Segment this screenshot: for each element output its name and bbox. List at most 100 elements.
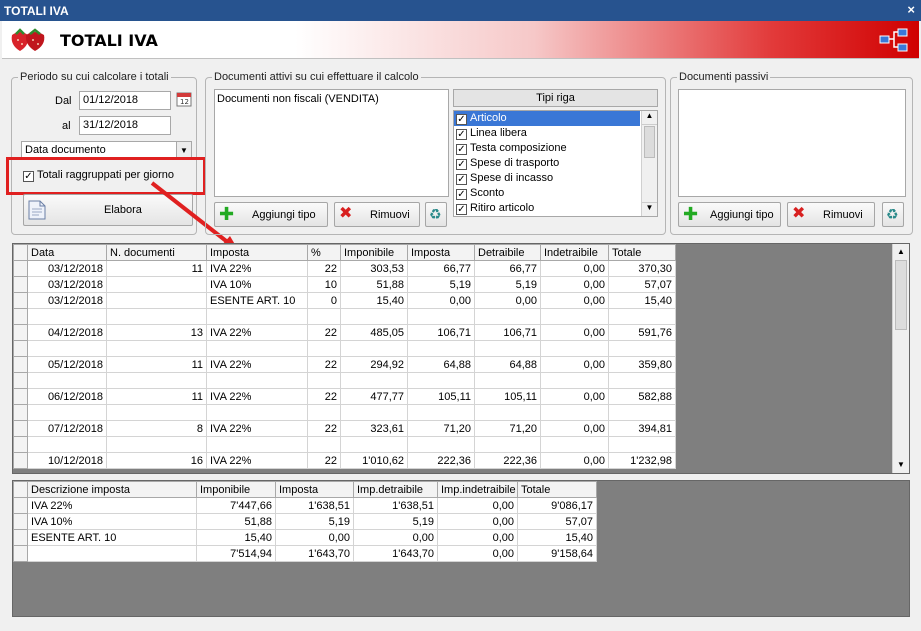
row-selector[interactable] <box>13 356 28 373</box>
table-row[interactable]: IVA 10% 51,88 5,19 5,19 0,00 57,07 <box>13 513 597 530</box>
row-selector[interactable] <box>13 452 28 469</box>
main-grid-scrollbar[interactable]: ▲ ▼ <box>892 244 909 473</box>
checkbox-check-icon[interactable]: ✓ <box>23 171 34 182</box>
row-selector[interactable] <box>13 324 28 341</box>
table-cell <box>407 404 475 421</box>
column-header[interactable]: Descrizione imposta <box>27 481 197 498</box>
table-row[interactable] <box>13 436 676 453</box>
checkbox-check-icon[interactable]: ✓ <box>456 189 467 200</box>
table-row[interactable]: 04/12/2018 13 IVA 22% 22 485,05 106,71 106,71 0… <box>13 324 676 341</box>
column-header[interactable]: Imposta <box>275 481 354 498</box>
column-header[interactable]: Detraibile <box>474 244 541 261</box>
row-selector[interactable] <box>13 292 28 309</box>
row-selector[interactable] <box>13 436 28 453</box>
checkbox-check-icon[interactable]: ✓ <box>456 159 467 170</box>
row-selector[interactable] <box>13 529 28 546</box>
row-selector[interactable] <box>13 308 28 325</box>
scroll-down-icon[interactable]: ▼ <box>893 457 909 473</box>
table-row[interactable]: 03/12/2018 11 IVA 22% 22 303,53 66,77 66,77 0,0… <box>13 260 676 277</box>
network-icon[interactable] <box>879 27 909 53</box>
checkbox-check-icon[interactable]: ✓ <box>456 144 467 155</box>
table-row[interactable]: 7'514,94 1'643,70 1'643,70 0,00 9'158,64 <box>13 545 597 562</box>
passive-add-type-button[interactable]: ✚ Aggiungi tipo <box>678 202 781 227</box>
row-types-list[interactable]: ✓ Articolo ✓ Linea libera ✓ Testa composizion… <box>453 110 658 217</box>
table-row[interactable]: 03/12/2018 IVA 10% 10 51,88 5,19 5,19 0,00 57,0… <box>13 276 676 293</box>
table-row[interactable]: 05/12/2018 11 IVA 22% 22 294,92 64,88 64,88 0,0… <box>13 356 676 373</box>
table-row[interactable]: IVA 22% 7'447,66 1'638,51 1'638,51 0,00 9'086… <box>13 497 597 514</box>
table-cell: 15,40 <box>340 292 408 309</box>
scrollbar-thumb[interactable] <box>895 260 907 330</box>
column-header[interactable]: Imposta <box>407 244 475 261</box>
column-header[interactable]: N. documenti <box>106 244 207 261</box>
table-row[interactable] <box>13 340 676 357</box>
row-type-item[interactable]: ✓ Spese di incasso <box>454 171 640 186</box>
close-icon[interactable]: × <box>907 2 915 17</box>
row-type-item[interactable]: ✓ Ritiro articolo <box>454 201 640 216</box>
row-type-item[interactable]: ✓ Spese di trasporto <box>454 156 640 171</box>
table-cell: ESENTE ART. 10 <box>206 292 308 309</box>
column-header[interactable]: Imponibile <box>196 481 276 498</box>
scrollbar-thumb[interactable] <box>644 126 655 158</box>
passive-recycle-button[interactable]: ♻ <box>882 202 904 227</box>
table-cell <box>106 372 207 389</box>
checkbox-check-icon[interactable]: ✓ <box>456 129 467 140</box>
table-row[interactable]: ESENTE ART. 10 15,40 0,00 0,00 0,00 15,40 <box>13 529 597 546</box>
row-selector[interactable] <box>13 260 28 277</box>
scroll-up-icon[interactable]: ▲ <box>642 111 657 125</box>
row-selector[interactable] <box>13 513 28 530</box>
table-row[interactable] <box>13 308 676 325</box>
scroll-up-icon[interactable]: ▲ <box>893 244 909 260</box>
row-selector[interactable] <box>13 340 28 357</box>
checkbox-check-icon[interactable]: ✓ <box>456 174 467 185</box>
column-header[interactable]: Imposta <box>206 244 308 261</box>
table-row[interactable] <box>13 372 676 389</box>
table-cell: 303,53 <box>340 260 408 277</box>
row-type-item[interactable]: ✓ Sconto <box>454 186 640 201</box>
table-row[interactable]: 06/12/2018 11 IVA 22% 22 477,77 105,11 105,11 0… <box>13 388 676 405</box>
column-header[interactable]: Imp.detraibile <box>353 481 438 498</box>
table-cell <box>206 340 308 357</box>
table-cell <box>540 372 609 389</box>
row-type-item[interactable]: ✓ Linea libera <box>454 126 640 141</box>
passive-docs-list[interactable] <box>678 89 906 197</box>
table-cell: 15,40 <box>608 292 676 309</box>
column-header[interactable]: Totale <box>517 481 597 498</box>
active-recycle-button[interactable]: ♻ <box>425 202 447 227</box>
row-selector[interactable] <box>13 497 28 514</box>
recycle-icon: ♻ <box>429 206 442 222</box>
active-docs-list[interactable]: Documenti non fiscali (VENDITA) <box>214 89 449 197</box>
row-type-item[interactable]: ✓ Articolo <box>454 111 640 126</box>
table-row[interactable]: 10/12/2018 16 IVA 22% 22 1'010,62 222,36 222,3… <box>13 452 676 469</box>
table-cell <box>540 436 609 453</box>
column-header[interactable]: Data <box>27 244 107 261</box>
active-add-type-button[interactable]: ✚ Aggiungi tipo <box>214 202 328 227</box>
row-selector[interactable] <box>13 404 28 421</box>
row-types-scrollbar[interactable]: ▲ ▼ <box>641 111 657 216</box>
checkbox-check-icon[interactable]: ✓ <box>456 204 467 215</box>
checkbox-check-icon[interactable]: ✓ <box>456 114 467 125</box>
table-cell: 323,61 <box>340 420 408 437</box>
passive-remove-button[interactable]: ✖ Rimuovi <box>787 202 875 227</box>
row-selector[interactable] <box>13 372 28 389</box>
column-header[interactable]: Totale <box>608 244 676 261</box>
to-date-input[interactable]: 31/12/2018 <box>79 116 171 135</box>
column-header[interactable]: Indetraibile <box>540 244 609 261</box>
table-cell <box>206 308 308 325</box>
table-cell: 22 <box>307 420 341 437</box>
row-selector[interactable] <box>13 276 28 293</box>
table-row[interactable]: 07/12/2018 8 IVA 22% 22 323,61 71,20 71,20 0,00… <box>13 420 676 437</box>
row-type-item[interactable]: ✓ Testa composizione <box>454 141 640 156</box>
row-selector[interactable] <box>13 388 28 405</box>
calendar-icon[interactable]: 12 <box>176 91 192 107</box>
column-header[interactable]: Imponibile <box>340 244 408 261</box>
row-selector[interactable] <box>13 545 28 562</box>
table-row[interactable]: 03/12/2018 ESENTE ART. 10 0 15,40 0,00 0,00 0,… <box>13 292 676 309</box>
column-header[interactable]: Imp.indetraibile <box>437 481 518 498</box>
column-header[interactable]: % <box>307 244 341 261</box>
row-selector[interactable] <box>13 420 28 437</box>
from-date-input[interactable]: 01/12/2018 <box>79 91 171 110</box>
list-item[interactable]: Documenti non fiscali (VENDITA) <box>215 90 448 108</box>
table-row[interactable] <box>13 404 676 421</box>
scroll-down-icon[interactable]: ▼ <box>642 202 657 216</box>
active-remove-button[interactable]: ✖ Rimuovi <box>334 202 420 227</box>
